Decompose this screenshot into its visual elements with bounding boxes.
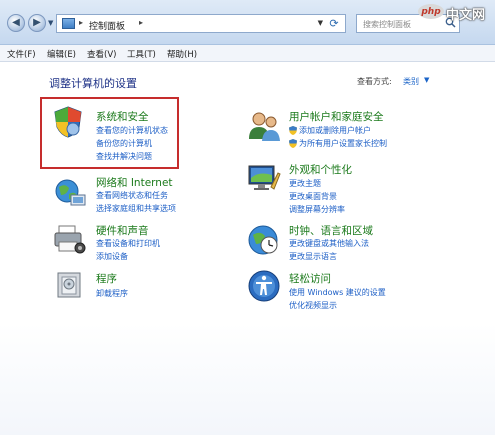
address-bar: ◀ ▶ ▼ ▸ 控制面板 ▸ ▼ ⟳ 搜索控制面板 php 中文网 bbox=[0, 0, 495, 45]
category-user-accounts[interactable]: 用户帐户和家庭安全 bbox=[289, 109, 384, 124]
link-optimize-video[interactable]: 优化视频显示 bbox=[289, 300, 337, 311]
category-network[interactable]: 网络和 Internet bbox=[96, 175, 173, 190]
category-appearance[interactable]: 外观和个性化 bbox=[289, 162, 352, 177]
address-field[interactable]: ▸ 控制面板 ▸ ▼ ⟳ bbox=[56, 14, 346, 33]
clock-globe-icon[interactable] bbox=[247, 223, 281, 257]
breadcrumb-chevron-icon[interactable]: ▸ bbox=[79, 18, 83, 27]
refresh-icon: ⟳ bbox=[329, 17, 339, 30]
programs-icon[interactable] bbox=[53, 269, 87, 303]
shield-icon[interactable] bbox=[51, 105, 85, 139]
history-dropdown-icon[interactable]: ▼ bbox=[48, 19, 53, 27]
chevron-down-icon[interactable]: ▼ bbox=[424, 76, 429, 84]
link-change-keyboard[interactable]: 更改键盘或其他输入法 bbox=[289, 238, 369, 249]
category-clock-language-region[interactable]: 时钟、语言和区域 bbox=[289, 223, 373, 238]
arrow-right-icon: ▶ bbox=[33, 17, 41, 28]
refresh-button[interactable]: ⟳ bbox=[326, 16, 342, 31]
category-system-security[interactable]: 系统和安全 bbox=[96, 109, 149, 124]
category-ease-of-access[interactable]: 轻松访问 bbox=[289, 271, 331, 286]
watermark: php 中文网 bbox=[418, 2, 492, 23]
content-area: 调整计算机的设置 查看方式: 类别 ▼ 系统和安全 查看您的计算机状态 备份您的… bbox=[0, 62, 495, 435]
link-change-theme[interactable]: 更改主题 bbox=[289, 178, 321, 189]
link-network-status[interactable]: 查看网络状态和任务 bbox=[96, 190, 168, 201]
monitor-personalization-icon[interactable] bbox=[247, 161, 281, 195]
watermark-text: 中文网 bbox=[446, 8, 486, 23]
menu-file[interactable]: 文件(F) bbox=[7, 48, 36, 60]
forward-button[interactable]: ▶ bbox=[28, 14, 46, 32]
link-parental-controls[interactable]: 为所有用户设置家长控制 bbox=[299, 138, 387, 149]
link-add-remove-user[interactable]: 添加或删除用户帐户 bbox=[299, 125, 371, 136]
breadcrumb-control-panel[interactable]: 控制面板 bbox=[89, 19, 125, 32]
menu-help[interactable]: 帮助(H) bbox=[167, 48, 197, 60]
link-backup-computer[interactable]: 备份您的计算机 bbox=[96, 138, 152, 149]
link-troubleshoot[interactable]: 查找并解决问题 bbox=[96, 151, 152, 162]
page-title: 调整计算机的设置 bbox=[49, 77, 137, 90]
ease-of-access-icon[interactable] bbox=[247, 269, 281, 303]
menu-view[interactable]: 查看(V) bbox=[87, 48, 116, 60]
link-recommended-settings[interactable]: 使用 Windows 建议的设置 bbox=[289, 287, 386, 298]
link-uninstall-program[interactable]: 卸载程序 bbox=[96, 288, 128, 299]
printer-icon[interactable] bbox=[53, 222, 87, 256]
link-homegroup-sharing[interactable]: 选择家庭组和共享选项 bbox=[96, 203, 176, 214]
globe-network-icon[interactable] bbox=[53, 175, 87, 209]
back-button[interactable]: ◀ bbox=[7, 14, 25, 32]
users-icon[interactable] bbox=[247, 109, 281, 143]
link-change-display-language[interactable]: 更改显示语言 bbox=[289, 251, 337, 262]
link-view-computer-status[interactable]: 查看您的计算机状态 bbox=[96, 125, 168, 136]
menu-edit[interactable]: 编辑(E) bbox=[47, 48, 76, 60]
menu-bar: 文件(F) 编辑(E) 查看(V) 工具(T) 帮助(H) bbox=[0, 45, 495, 62]
menu-tools[interactable]: 工具(T) bbox=[127, 48, 156, 60]
view-by-label: 查看方式: bbox=[357, 77, 392, 86]
category-programs[interactable]: 程序 bbox=[96, 271, 117, 286]
control-panel-icon bbox=[62, 18, 75, 29]
arrow-left-icon: ◀ bbox=[12, 17, 20, 28]
breadcrumb-chevron-icon[interactable]: ▸ bbox=[139, 18, 143, 27]
uac-shield-icon bbox=[289, 139, 297, 148]
link-screen-resolution[interactable]: 调整屏幕分辨率 bbox=[289, 204, 345, 215]
link-add-device[interactable]: 添加设备 bbox=[96, 251, 128, 262]
link-devices-printers[interactable]: 查看设备和打印机 bbox=[96, 238, 160, 249]
search-placeholder: 搜索控制面板 bbox=[363, 20, 411, 29]
category-hardware-sound[interactable]: 硬件和声音 bbox=[96, 223, 149, 238]
address-dropdown-icon[interactable]: ▼ bbox=[318, 19, 323, 27]
watermark-logo: php bbox=[418, 4, 444, 19]
uac-shield-icon bbox=[289, 126, 297, 135]
link-desktop-background[interactable]: 更改桌面背景 bbox=[289, 191, 337, 202]
view-by-dropdown[interactable]: 类别 bbox=[403, 76, 419, 87]
